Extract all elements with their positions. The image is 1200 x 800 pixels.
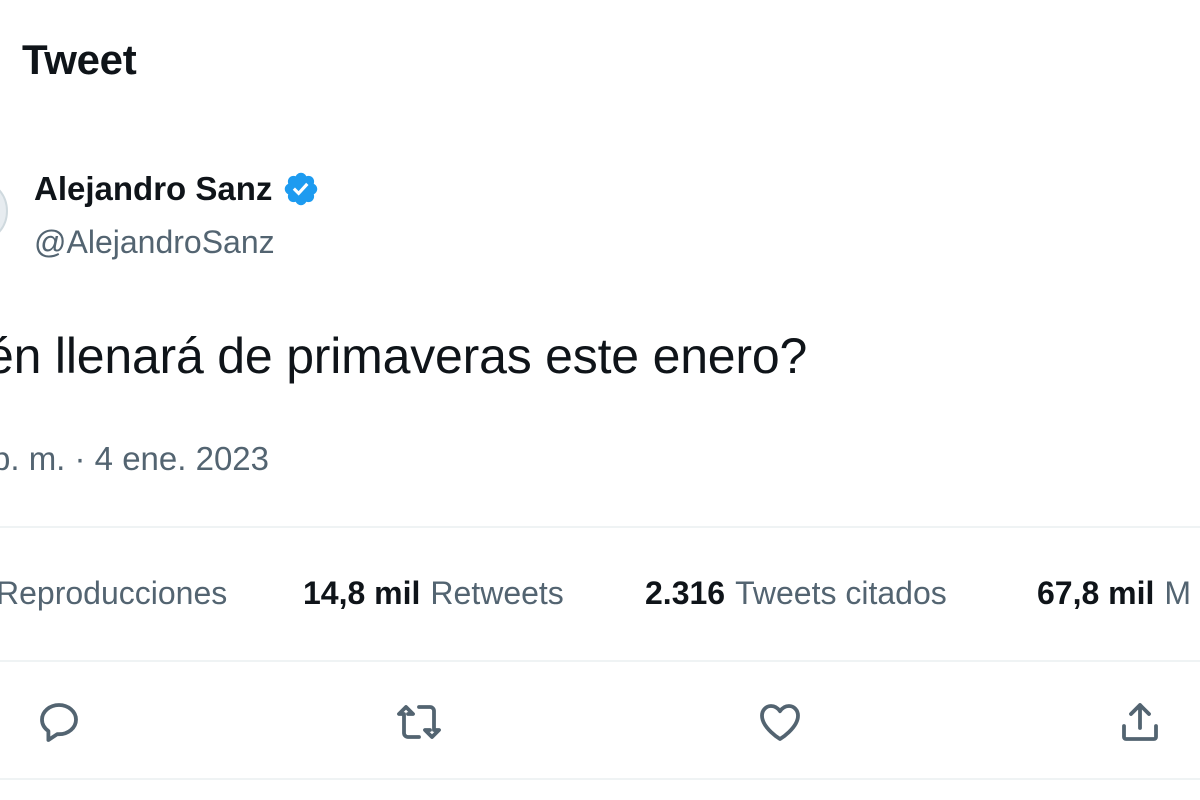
tweet-page: Tweet Alejandro Sanz @AlejandroSanz én l… (0, 0, 1200, 800)
stat-retweets-count: 14,8 mil (303, 575, 421, 611)
stat-quotes[interactable]: 2.316 Tweets citados (645, 575, 947, 612)
stat-likes[interactable]: 67,8 mil M (1037, 575, 1191, 612)
stat-likes-count: 67,8 mil (1037, 575, 1155, 611)
verified-badge-icon (282, 170, 320, 208)
reply-icon (40, 703, 78, 742)
retweet-button[interactable] (389, 692, 449, 752)
stat-views[interactable]: Reproducciones (0, 575, 227, 612)
stat-views-label: Reproducciones (0, 575, 228, 611)
divider (0, 526, 1200, 528)
divider (0, 660, 1200, 662)
tweet-timestamp[interactable]: p. m. · 4 ene. 2023 (0, 440, 269, 478)
stat-retweets[interactable]: 14,8 mil Retweets (303, 575, 564, 612)
author-handle[interactable]: @AlejandroSanz (34, 224, 275, 261)
divider (0, 778, 1200, 780)
stat-quotes-label: Tweets citados (735, 575, 947, 611)
share-icon (1122, 703, 1158, 741)
stat-likes-label: M (1164, 575, 1192, 611)
heart-icon (760, 704, 800, 741)
reply-button[interactable] (29, 692, 89, 752)
share-button[interactable] (1110, 692, 1170, 752)
author-display-name[interactable]: Alejandro Sanz (34, 170, 272, 208)
page-title: Tweet (22, 36, 137, 83)
author-name-row[interactable]: Alejandro Sanz (34, 170, 320, 208)
retweet-icon (397, 705, 441, 739)
avatar[interactable] (0, 178, 8, 244)
tweet-text: én llenará de primaveras este enero? (0, 328, 808, 384)
stat-retweets-label: Retweets (430, 575, 564, 611)
like-button[interactable] (750, 692, 810, 752)
stat-quotes-count: 2.316 (645, 575, 726, 611)
